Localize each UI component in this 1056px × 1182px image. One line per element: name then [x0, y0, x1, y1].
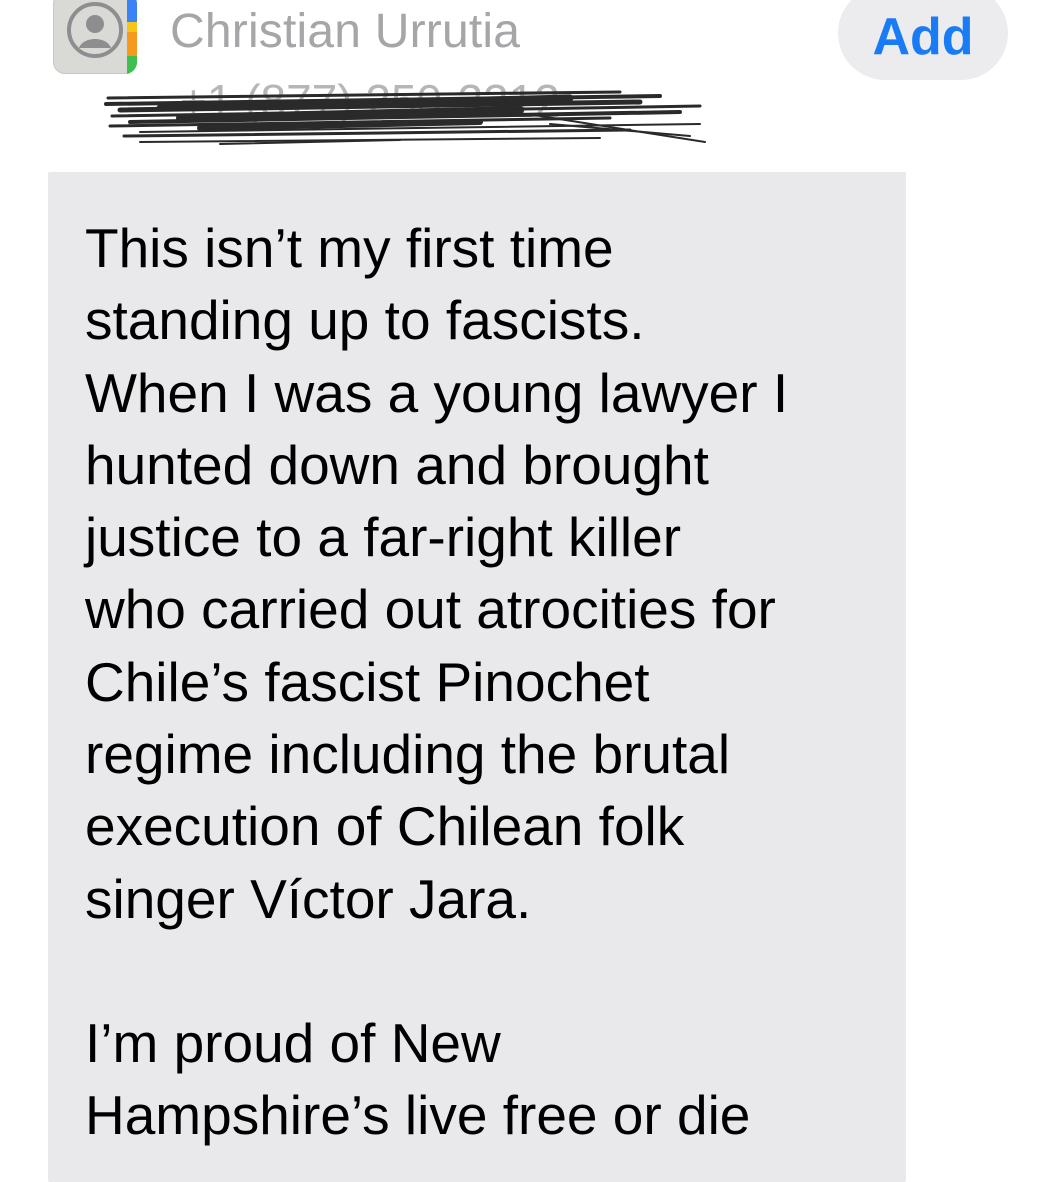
message-paragraph: This isn’t my first time standing up to … [85, 217, 789, 930]
conversation-header: Christian Urrutia +1 (877) 250-2212 Add [0, 0, 1056, 165]
message-paragraph: I’m proud of New Hampshire’s live free o… [85, 1011, 751, 1147]
person-placeholder-icon [67, 2, 123, 58]
add-contact-button[interactable]: Add [838, 0, 1008, 80]
message-bubble[interactable]: This isn’t my first time standing up to … [48, 172, 906, 1182]
contact-card-tabs [127, 0, 137, 74]
contact-avatar-icon[interactable] [53, 0, 137, 74]
contact-name[interactable]: Christian Urrutia [170, 4, 520, 59]
redaction-scribble [104, 90, 706, 145]
